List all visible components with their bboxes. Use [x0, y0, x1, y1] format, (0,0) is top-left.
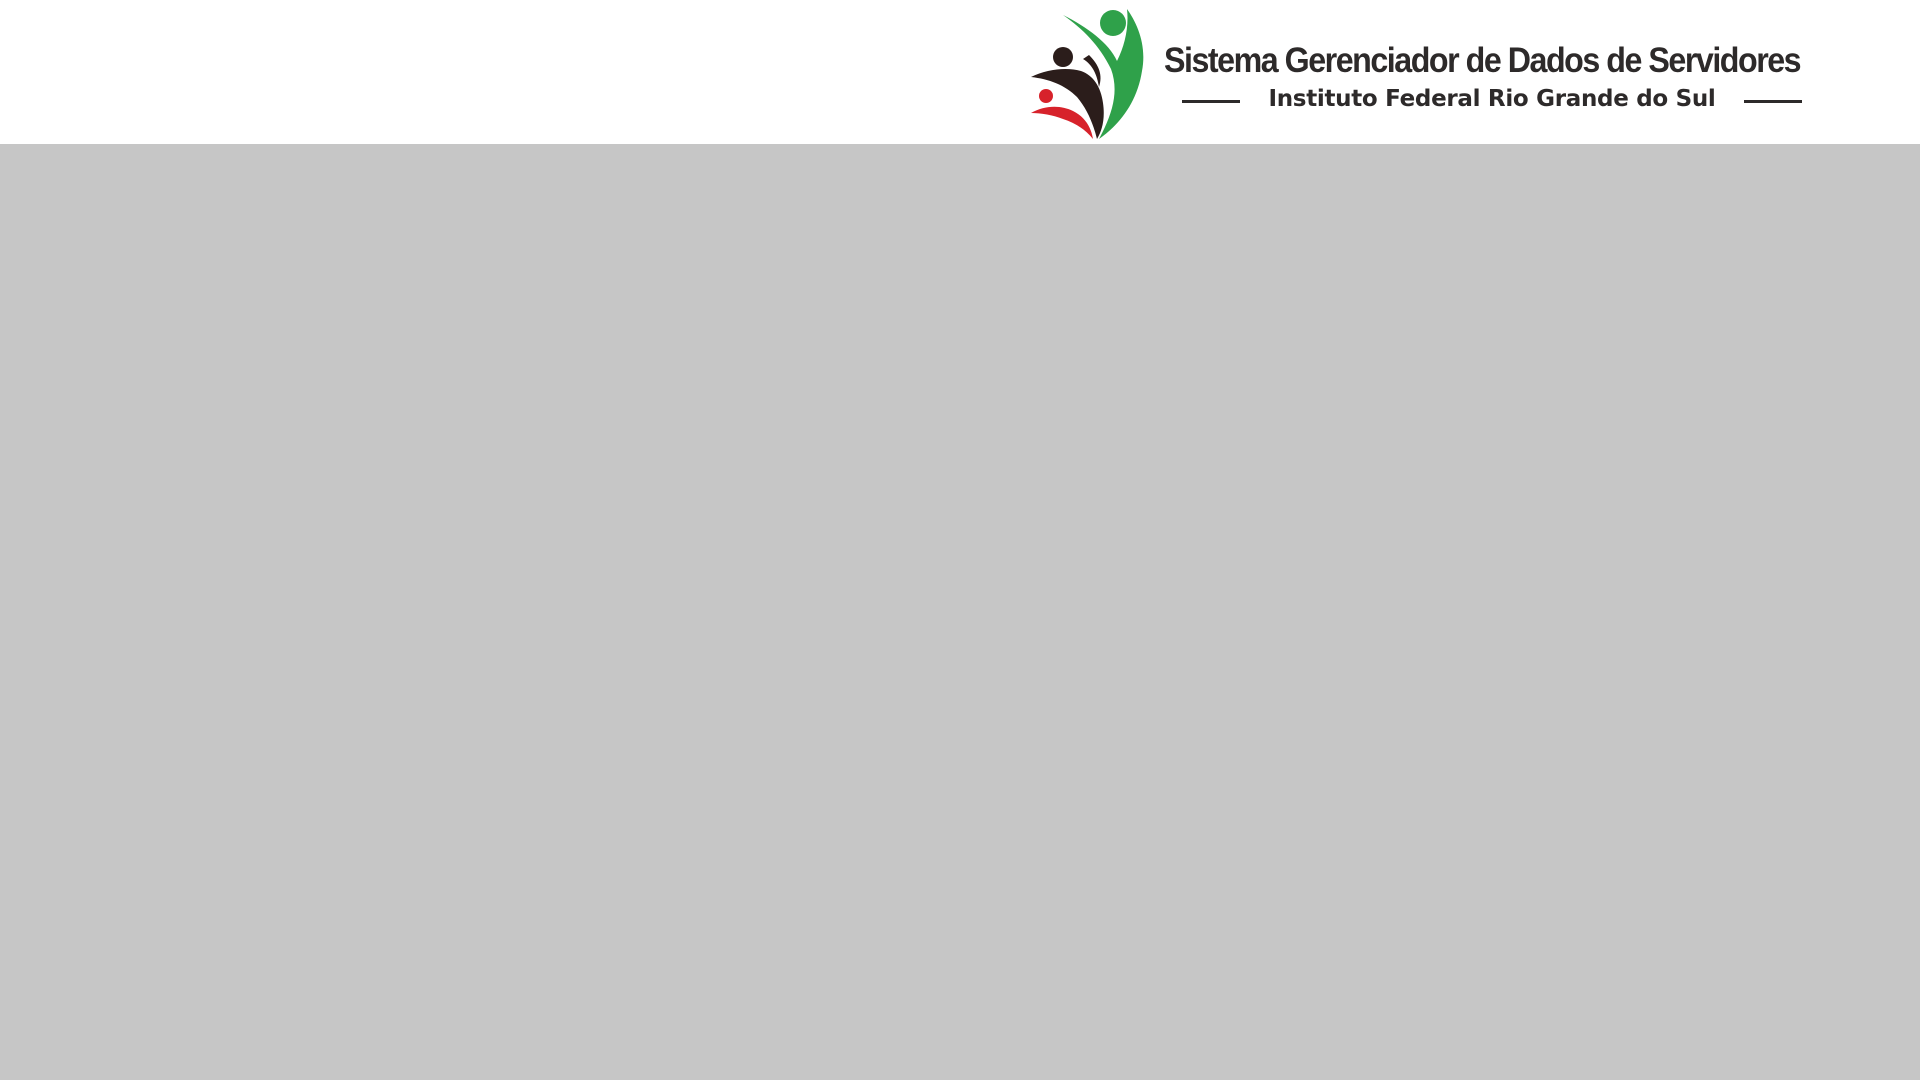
main-content-area: [0, 144, 1920, 1080]
institution-subtitle-row: Instituto Federal Rio Grande do Sul: [1182, 82, 1802, 116]
institution-name: Instituto Federal Rio Grande do Sul: [1268, 86, 1716, 112]
page: Sistema Gerenciador de Dados de Servidor…: [0, 0, 1920, 1080]
left-divider-line: [1182, 100, 1240, 103]
system-title: Sistema Gerenciador de Dados de Servidor…: [1164, 41, 1802, 80]
right-divider-line: [1744, 100, 1802, 103]
header-banner: Sistema Gerenciador de Dados de Servidor…: [0, 0, 1920, 144]
header-title-block: Sistema Gerenciador de Dados de Servidor…: [1164, 38, 1814, 118]
institution-logo-icon[interactable]: [1027, 5, 1149, 139]
